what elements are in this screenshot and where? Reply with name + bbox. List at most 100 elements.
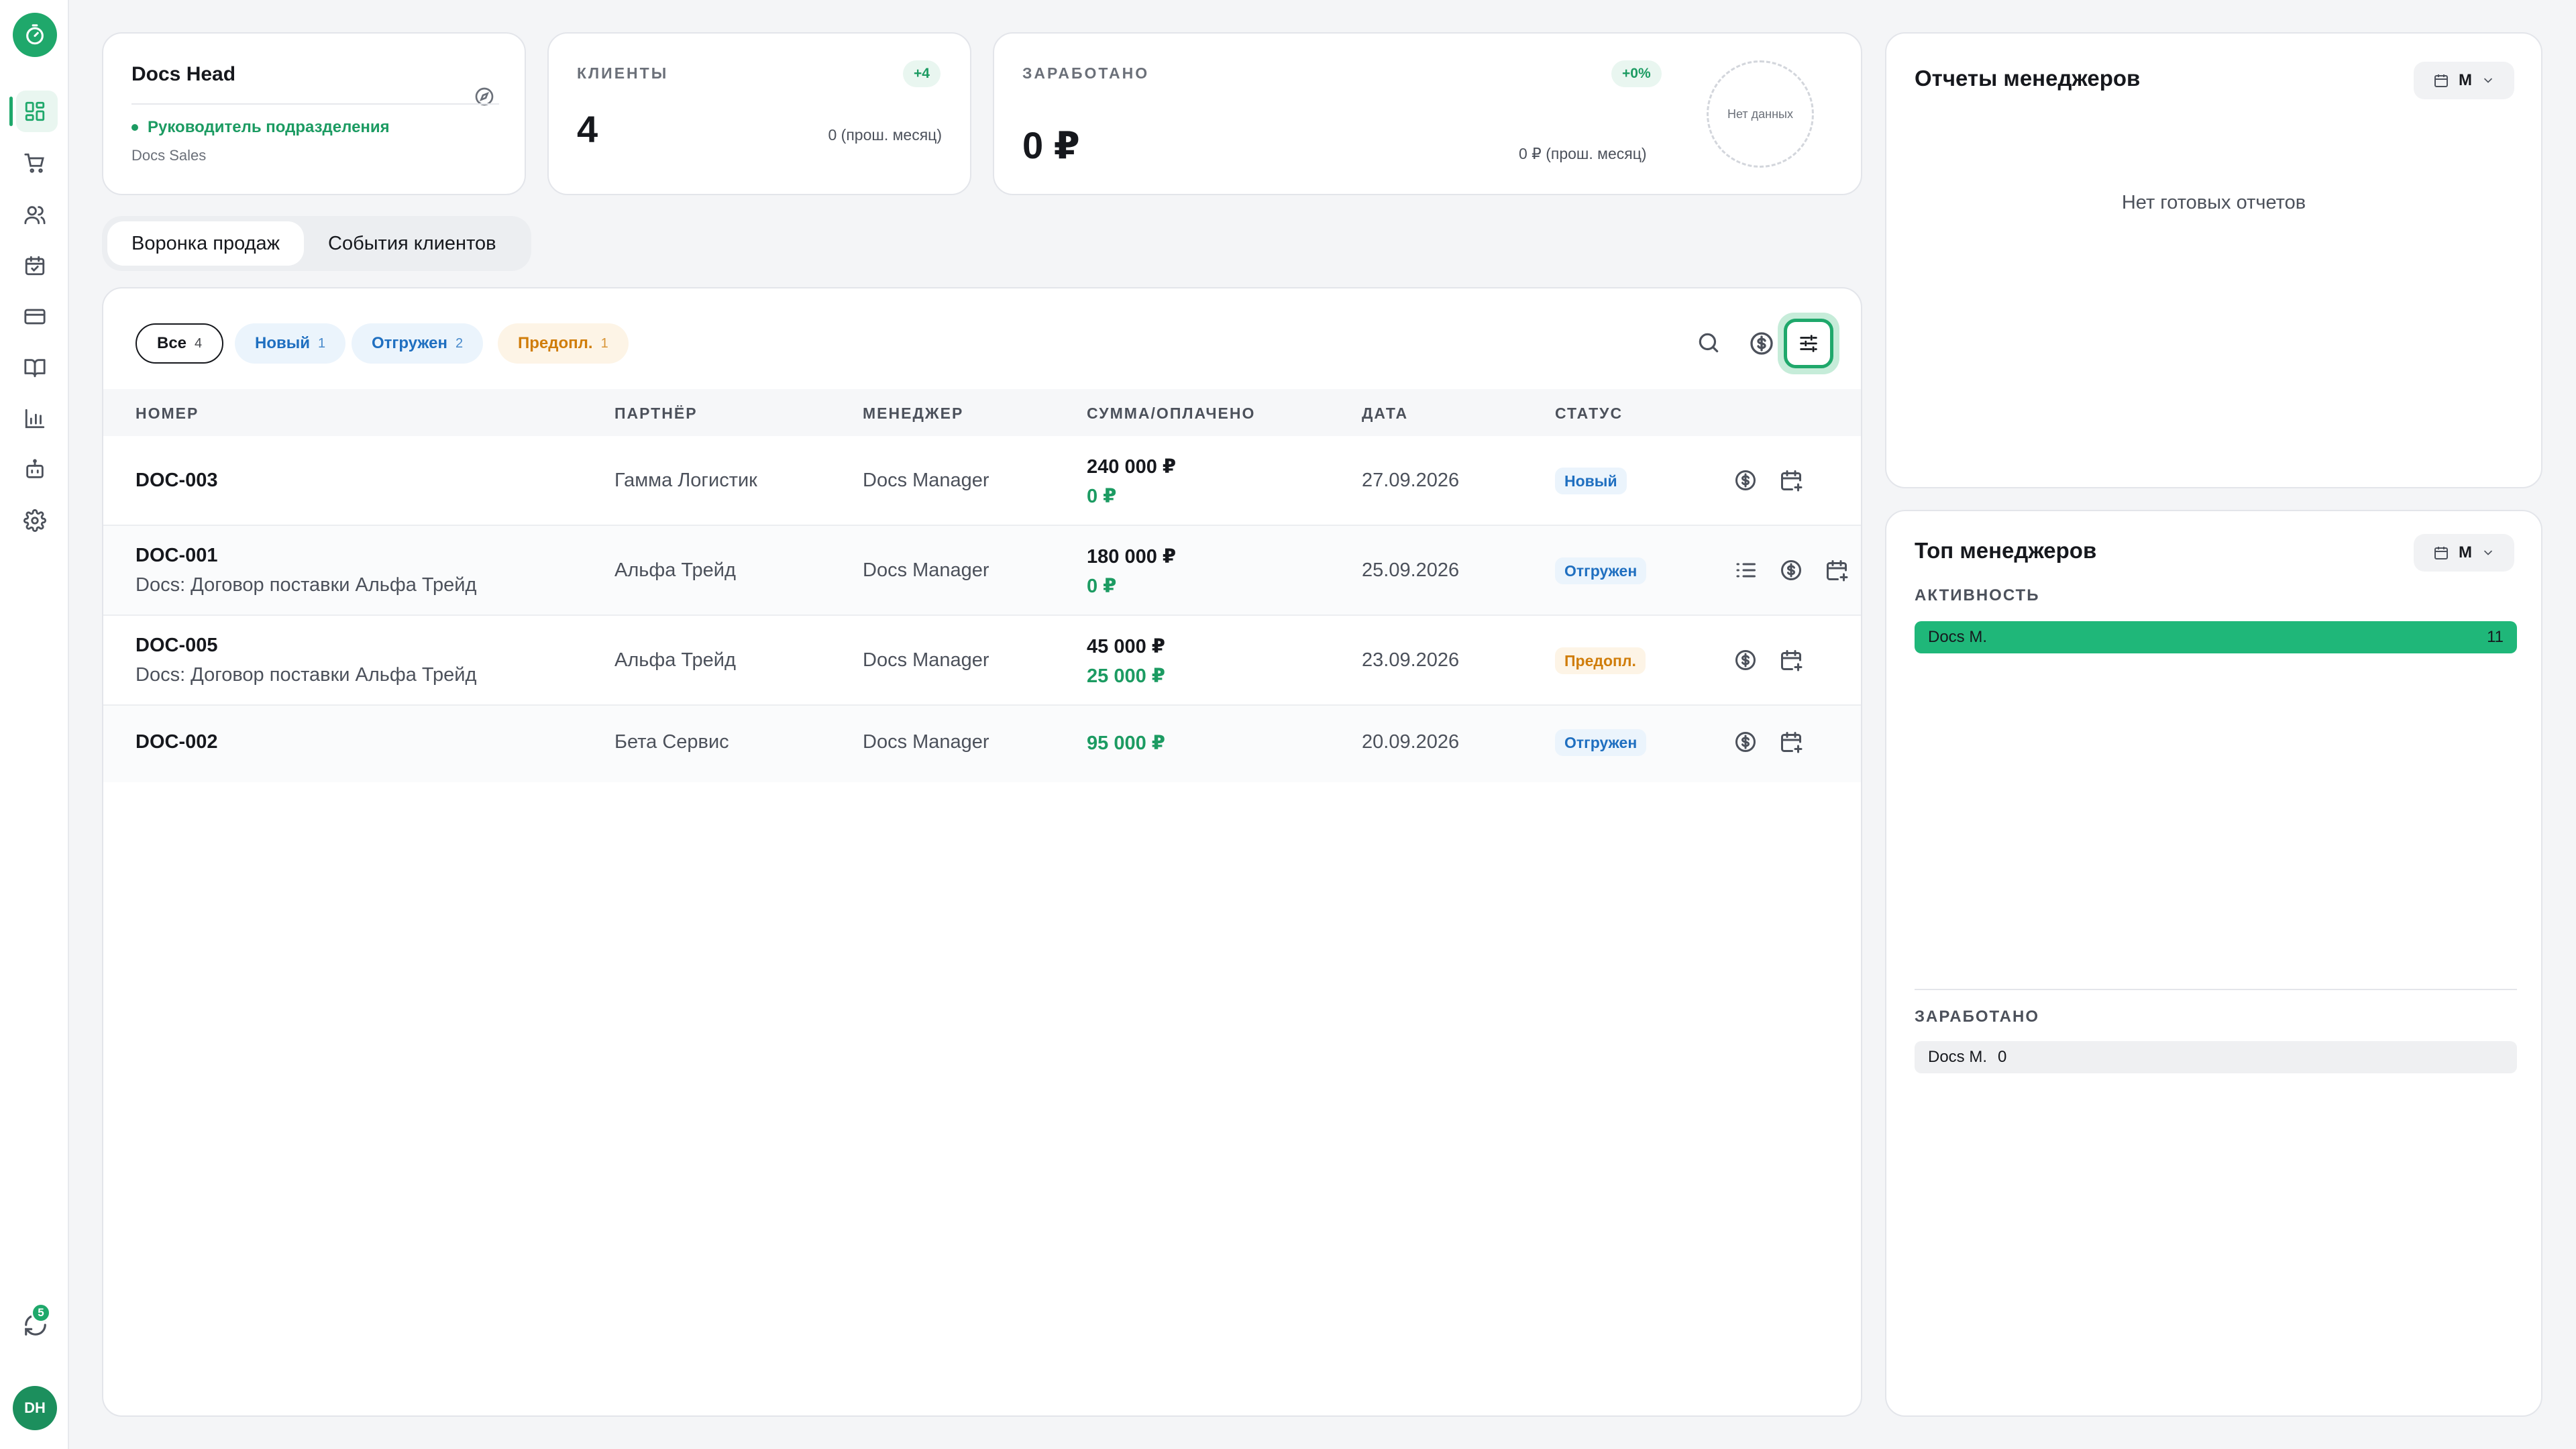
nav-assistant[interactable] (0, 446, 69, 493)
column-partner[interactable]: ПАРТНЁР (614, 405, 698, 423)
deal-subtitle: Docs: Договор поставки Альфа Трейд (136, 664, 477, 686)
deal-number[interactable]: DOC-005 (136, 635, 218, 657)
calendar-check-icon (25, 256, 44, 276)
deal-subtitle: Docs: Договор поставки Альфа Трейд (136, 574, 477, 596)
app-logo[interactable] (13, 13, 57, 57)
table-row[interactable]: DOC-002 Бета Сервис Docs Manager 95 000 … (103, 706, 1861, 782)
nav-calendar[interactable] (0, 242, 69, 289)
clients-label: КЛИЕНТЫ (577, 64, 669, 82)
deal-amount: 45 000 ₽ (1087, 636, 1165, 657)
activity-bar[interactable]: Docs M. 11 (1915, 621, 2517, 653)
tab-client-events[interactable]: События клиентов (304, 221, 521, 266)
profile-card: Docs Head Руководитель подразделения Doc… (102, 32, 526, 195)
section-divider (1915, 989, 2517, 990)
clients-delta-badge: +4 (903, 60, 941, 87)
filter-chip-shipped[interactable]: Отгружен 2 (352, 323, 484, 364)
deal-paid: 0 ₽ (1087, 576, 1117, 597)
chart-icon (25, 409, 44, 429)
deal-partner: Бета Сервис (614, 731, 729, 753)
deal-date: 25.09.2026 (1362, 559, 1460, 581)
calendar-plus-icon[interactable] (1779, 468, 1803, 492)
earned-bar[interactable]: Docs M. 0 (1915, 1041, 2517, 1073)
column-number[interactable]: НОМЕР (136, 405, 199, 423)
nav-settings[interactable] (0, 497, 69, 544)
earned-value: 0 ₽ (1022, 124, 1080, 166)
earned-previous: 0 ₽ (прош. месяц) (1519, 145, 1647, 162)
deal-amount: 180 000 ₽ (1087, 546, 1177, 568)
view-tabs: Воронка продаж События клиентов (102, 216, 531, 271)
filter-chip-label: Отгружен (372, 334, 447, 352)
calendar-plus-icon[interactable] (1779, 730, 1803, 754)
reports-empty-state: Нет готовых отчетов (2121, 192, 2306, 213)
calendar-plus-icon[interactable] (1825, 558, 1849, 582)
payment-icon[interactable] (1733, 468, 1758, 492)
deal-amount: 240 000 ₽ (1087, 456, 1177, 478)
deal-number[interactable]: DOC-002 (136, 731, 218, 753)
filter-chip-count: 4 (195, 335, 203, 351)
deal-partner: Альфа Трейд (614, 559, 736, 581)
earned-value: 0 (1998, 1048, 2007, 1066)
deal-manager: Docs Manager (863, 731, 989, 753)
deal-date: 20.09.2026 (1362, 731, 1460, 753)
nav-orders[interactable] (0, 140, 69, 186)
top-managers-period-value: М (2459, 543, 2472, 561)
filter-chip-new[interactable]: Новый 1 (235, 323, 346, 364)
nav-knowledge[interactable] (0, 344, 69, 391)
payment-icon[interactable] (1733, 648, 1758, 672)
column-amount-paid[interactable]: СУММА/ОПЛАЧЕНО (1087, 405, 1255, 423)
table-row[interactable]: DOC-003 Гамма Логистик Docs Manager 240 … (103, 436, 1861, 526)
filter-chip-all[interactable]: Все 4 (136, 323, 224, 364)
manager-reports-panel: Отчеты менеджеров М Нет готовых отчетов (1885, 32, 2542, 488)
calendar-icon (2434, 74, 2448, 87)
deal-number[interactable]: DOC-003 (136, 470, 218, 492)
nav-dashboard[interactable] (0, 88, 69, 135)
deal-manager: Docs Manager (863, 649, 989, 671)
cart-icon (23, 153, 44, 173)
filters-button[interactable] (1778, 313, 1839, 374)
calendar-plus-icon[interactable] (1779, 648, 1803, 672)
profile-title: Docs Head (131, 63, 236, 85)
table-row[interactable]: DOC-005 Docs: Договор поставки Альфа Тре… (103, 616, 1861, 706)
column-manager[interactable]: МЕНЕДЖЕР (863, 405, 963, 423)
earned-card: ЗАРАБОТАНО +0% 0 ₽ 0 ₽ (прош. месяц) Нет… (993, 32, 1862, 195)
currency-icon[interactable] (1748, 330, 1775, 357)
profile-role: Руководитель подразделения (131, 118, 390, 137)
nav-analytics[interactable] (0, 395, 69, 442)
stopwatch-icon (26, 24, 44, 45)
chevron-down-icon (2484, 78, 2492, 83)
deal-number[interactable]: DOC-001 (136, 545, 218, 567)
reports-title: Отчеты менеджеров (1915, 66, 2141, 91)
list-icon[interactable] (1733, 558, 1758, 582)
profile-divider (131, 103, 499, 105)
deal-manager: Docs Manager (863, 470, 989, 491)
earned-label: ЗАРАБОТАНО (1022, 64, 1150, 82)
top-managers-panel: Топ менеджеров М АКТИВНОСТЬ Docs M. 11 З… (1885, 510, 2542, 1417)
table-header: НОМЕР ПАРТНЁР МЕНЕДЖЕР СУММА/ОПЛАЧЕНО ДА… (103, 389, 1861, 436)
book-icon (23, 359, 46, 378)
status-badge: Отгружен (1555, 557, 1647, 584)
top-managers-period-select[interactable]: М (2414, 534, 2514, 572)
tab-sales-funnel[interactable]: Воронка продаж (107, 221, 305, 266)
filter-chip-count: 1 (318, 335, 326, 351)
dashboard-icon (25, 101, 44, 121)
column-date[interactable]: ДАТА (1362, 405, 1408, 423)
deal-partner: Альфа Трейд (614, 649, 736, 671)
filter-chip-prepaid[interactable]: Предопл. 1 (498, 323, 629, 364)
avatar[interactable]: DH (13, 1386, 57, 1430)
earned-chart-placeholder: Нет данных (1707, 60, 1814, 168)
reports-period-select[interactable]: М (2414, 62, 2514, 99)
chevron-down-icon (2484, 550, 2492, 555)
nav-payments[interactable] (0, 293, 69, 340)
earned-delta-badge: +0% (1611, 60, 1662, 87)
deal-date: 27.09.2026 (1362, 470, 1460, 491)
sliders-icon (1800, 335, 1817, 352)
gear-icon (23, 509, 46, 532)
column-status[interactable]: СТАТУС (1555, 405, 1623, 423)
role-status-dot (131, 124, 138, 131)
search-icon[interactable] (1696, 330, 1721, 356)
payment-icon[interactable] (1779, 558, 1803, 582)
sync-button[interactable]: 5 (19, 1303, 52, 1342)
nav-clients[interactable] (0, 191, 69, 238)
table-row[interactable]: DOC-001 Docs: Договор поставки Альфа Тре… (103, 526, 1861, 616)
payment-icon[interactable] (1733, 730, 1758, 754)
